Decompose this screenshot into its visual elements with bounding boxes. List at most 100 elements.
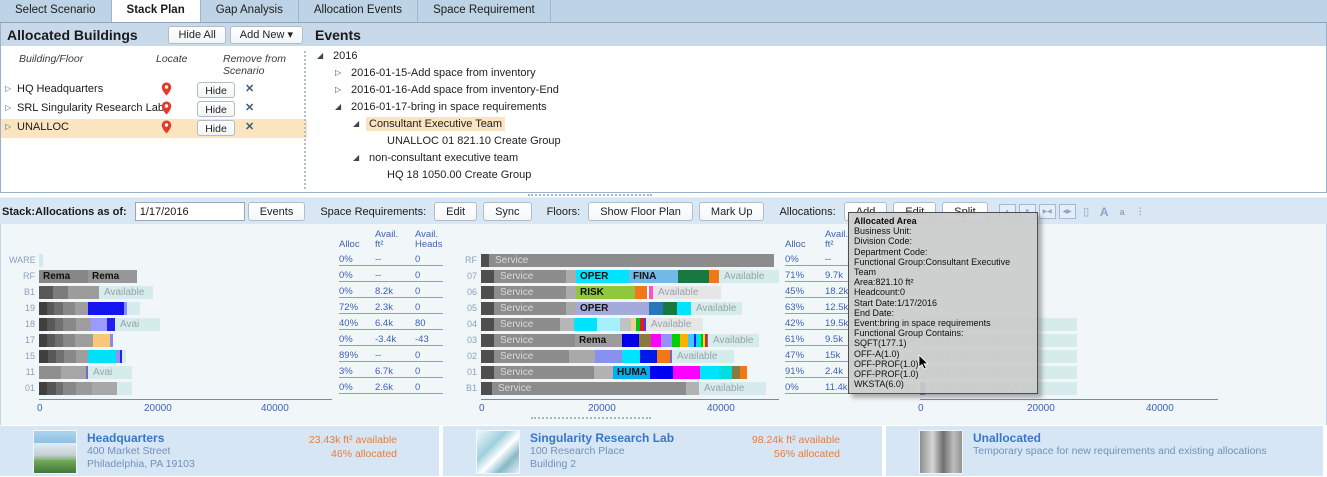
allocation-segment[interactable]: OPER: [576, 270, 629, 283]
hide-button[interactable]: Hide: [197, 82, 235, 98]
allocation-segment[interactable]: [481, 254, 489, 267]
allocation-segment[interactable]: [677, 302, 691, 315]
allocation-segment[interactable]: [574, 318, 597, 331]
mark-up-button[interactable]: Mark Up: [699, 202, 765, 221]
allocation-segment[interactable]: [686, 382, 699, 395]
allocation-segment[interactable]: [39, 334, 47, 347]
show-floor-plan-button[interactable]: Show Floor Plan: [588, 202, 693, 221]
building-row[interactable]: ▷SRL Singularity Research LabHide✕: [1, 100, 307, 119]
allocation-segment[interactable]: [56, 350, 64, 363]
allocation-segment[interactable]: HUMA: [613, 366, 650, 379]
allocation-segment[interactable]: [76, 382, 92, 395]
hide-all-button[interactable]: Hide All: [168, 26, 225, 44]
allocation-segment[interactable]: [481, 334, 494, 347]
allocation-segment[interactable]: [75, 334, 93, 347]
allocation-segment[interactable]: [92, 382, 117, 395]
allocation-segment[interactable]: [639, 334, 651, 347]
tree-expanded-icon[interactable]: ◢: [353, 119, 366, 128]
allocation-segment[interactable]: Available: [708, 334, 759, 347]
allocation-segment[interactable]: [55, 318, 63, 331]
allocation-segment[interactable]: [39, 286, 53, 299]
allocation-segment[interactable]: Service: [494, 366, 594, 379]
allocation-segment[interactable]: [39, 382, 47, 395]
allocation-segment[interactable]: Available: [646, 318, 703, 331]
tree-item[interactable]: ◢non-consultant executive team: [353, 152, 521, 169]
allocation-segment[interactable]: [91, 318, 107, 331]
horizontal-splitter-handle[interactable]: [528, 194, 652, 196]
tab-select-scenario[interactable]: Select Scenario: [0, 0, 112, 22]
horizontal-splitter-handle-bottom[interactable]: [531, 417, 651, 419]
allocation-segment[interactable]: [709, 270, 719, 283]
allocation-segment[interactable]: [127, 302, 140, 315]
allocation-segment[interactable]: [47, 334, 55, 347]
more-options-icon[interactable]: ⋮: [1133, 205, 1148, 218]
allocation-segment[interactable]: Available: [99, 286, 153, 299]
tree-item[interactable]: ◢Consultant Executive Team: [353, 118, 505, 135]
allocation-segment[interactable]: [53, 286, 68, 299]
allocation-segment[interactable]: [122, 350, 126, 363]
allocation-segment[interactable]: [657, 350, 670, 363]
allocation-segment[interactable]: [63, 318, 76, 331]
allocation-segment[interactable]: Rema: [88, 270, 137, 283]
allocation-segment[interactable]: [680, 334, 688, 347]
allocation-segment[interactable]: FINA: [629, 270, 678, 283]
allocation-segment[interactable]: [481, 382, 492, 395]
allocation-segment[interactable]: [719, 366, 732, 379]
tree-item[interactable]: UNALLOC 01 821.10 Create Group: [371, 135, 564, 152]
allocation-segment[interactable]: [47, 382, 56, 395]
allocation-segment[interactable]: Service: [492, 382, 686, 395]
allocation-segment[interactable]: [76, 350, 88, 363]
allocation-segment[interactable]: [569, 350, 595, 363]
allocation-segment[interactable]: [566, 302, 576, 315]
allocation-segment[interactable]: [566, 270, 576, 283]
allocation-segment[interactable]: [597, 318, 620, 331]
allocation-segment[interactable]: [622, 334, 639, 347]
expand-icon[interactable]: ▷: [5, 103, 11, 112]
allocation-segment[interactable]: [640, 350, 657, 363]
allocation-segment[interactable]: Service: [489, 254, 774, 267]
tab-space-requirement[interactable]: Space Requirement: [418, 0, 551, 22]
allocation-segment[interactable]: Available: [691, 302, 742, 315]
allocation-segment[interactable]: [75, 302, 88, 315]
allocation-segment[interactable]: [649, 302, 663, 315]
allocation-segment[interactable]: [481, 318, 494, 331]
building-card-unalloc[interactable]: UnallocatedTemporary space for new requi…: [886, 426, 1323, 476]
allocation-segment[interactable]: [594, 366, 613, 379]
building-row[interactable]: ▷HQ HeadquartersHide✕: [1, 81, 307, 100]
allocation-segment[interactable]: [651, 334, 661, 347]
building-row[interactable]: ▷UNALLOCHide✕: [1, 119, 307, 138]
allocation-segment[interactable]: [68, 286, 99, 299]
allocation-segment[interactable]: [566, 286, 576, 299]
font-decrease-icon[interactable]: a: [1115, 205, 1130, 218]
allocation-segment[interactable]: [61, 366, 86, 379]
allocation-segment[interactable]: [673, 366, 700, 379]
add-new-button[interactable]: Add New ▾: [230, 26, 303, 44]
allocation-segment[interactable]: [740, 366, 747, 379]
allocation-segment[interactable]: Service: [494, 350, 569, 363]
allocation-segment[interactable]: Available: [719, 270, 779, 283]
allocation-segment[interactable]: Service: [494, 334, 575, 347]
allocation-segment[interactable]: [700, 366, 719, 379]
allocation-segment[interactable]: [64, 350, 76, 363]
tree-expanded-icon[interactable]: ◢: [335, 102, 348, 111]
allocation-segment[interactable]: Available: [699, 382, 766, 395]
tab-gap-analysis[interactable]: Gap Analysis: [201, 0, 299, 22]
locate-pin-icon[interactable]: [161, 101, 172, 118]
allocation-segment[interactable]: [56, 382, 63, 395]
allocation-segment[interactable]: [678, 270, 709, 283]
allocation-segment[interactable]: [620, 318, 631, 331]
allocation-segment[interactable]: [54, 302, 63, 315]
allocation-segment[interactable]: [47, 318, 55, 331]
locate-pin-icon[interactable]: [161, 82, 172, 99]
allocation-segment[interactable]: [63, 302, 75, 315]
allocation-segment[interactable]: [88, 302, 124, 315]
building-card-hq[interactable]: Headquarters400 Market StreetPhiladelphi…: [0, 426, 439, 476]
bar-height-icon[interactable]: ▯: [1079, 205, 1094, 218]
tree-item[interactable]: ◢2016: [317, 50, 360, 67]
allocation-segment[interactable]: [650, 366, 673, 379]
tab-allocation-events[interactable]: Allocation Events: [299, 0, 418, 22]
allocation-segment[interactable]: Avai: [88, 366, 132, 379]
allocation-segment[interactable]: [732, 366, 740, 379]
allocation-segment[interactable]: [560, 318, 574, 331]
allocation-segment[interactable]: [661, 334, 672, 347]
